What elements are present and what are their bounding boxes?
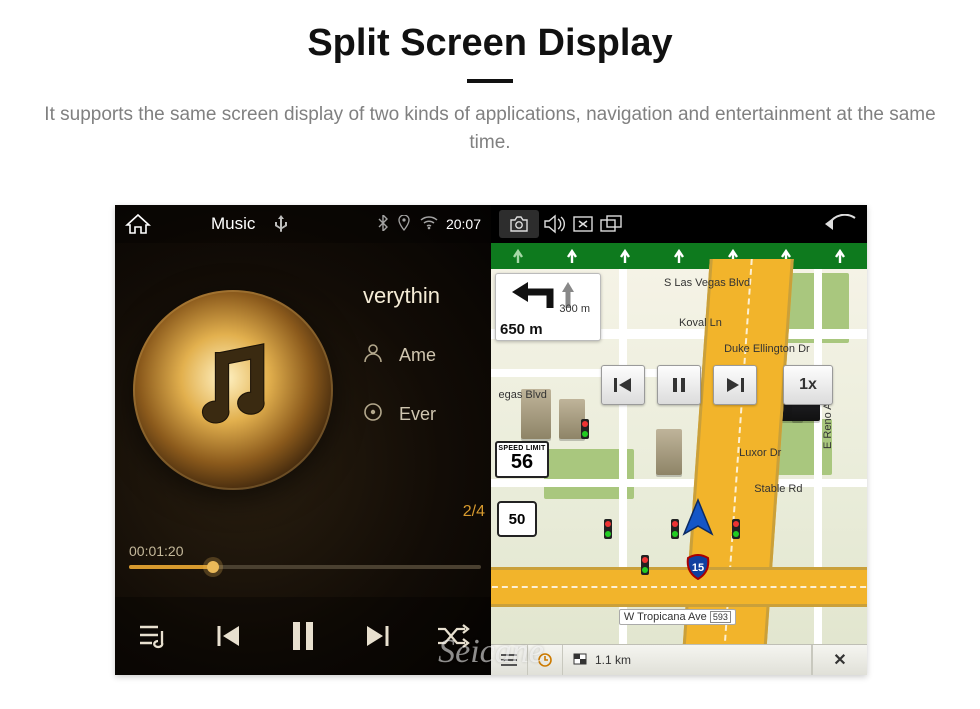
camera-button[interactable] bbox=[499, 210, 539, 238]
interstate-shield: 15 bbox=[686, 554, 710, 585]
sim-pause-button[interactable] bbox=[657, 365, 701, 405]
next-button[interactable] bbox=[350, 608, 406, 664]
sim-speed-button[interactable]: 1x bbox=[783, 365, 833, 405]
timeline[interactable]: 00:01:20 bbox=[129, 543, 481, 569]
nav-bottom-bar: 1.1 km ✕ bbox=[491, 644, 867, 675]
artist-icon bbox=[363, 343, 385, 368]
bluetooth-icon bbox=[378, 215, 388, 234]
lane-guidance bbox=[491, 243, 867, 269]
playlist-button[interactable] bbox=[125, 608, 181, 664]
track-title: verythin bbox=[363, 283, 440, 309]
speed-limit-sign: SPEED LIMIT 56 bbox=[495, 441, 549, 478]
title-rule bbox=[467, 79, 513, 83]
recent-apps-button[interactable] bbox=[599, 210, 625, 238]
sim-next-button[interactable] bbox=[713, 365, 757, 405]
sim-prev-button[interactable] bbox=[601, 365, 645, 405]
nav-eta bbox=[528, 645, 563, 675]
music-app-label: Music bbox=[211, 214, 255, 234]
lane-2 bbox=[545, 243, 599, 269]
music-controls bbox=[115, 597, 491, 675]
track-title-row: verythin bbox=[363, 283, 483, 309]
back-button[interactable] bbox=[821, 210, 859, 238]
usb-icon bbox=[275, 214, 287, 235]
nav-menu-button[interactable] bbox=[491, 645, 528, 675]
track-album: Ever bbox=[399, 404, 436, 425]
turn-total: 650 m bbox=[500, 321, 596, 338]
pause-button[interactable] bbox=[275, 608, 331, 664]
location-icon bbox=[398, 215, 410, 234]
album-icon bbox=[363, 402, 385, 427]
time-played: 00:01:20 bbox=[129, 543, 184, 559]
label-tropicana: W Tropicana Ave 593 bbox=[619, 609, 736, 625]
close-app-button[interactable] bbox=[571, 210, 595, 238]
prev-button[interactable] bbox=[200, 608, 256, 664]
label-luxor: Luxor Dr bbox=[739, 447, 781, 459]
page-subtitle: It supports the same screen display of t… bbox=[40, 101, 940, 156]
svg-text:15: 15 bbox=[692, 562, 704, 574]
label-stable: Stable Rd bbox=[754, 483, 802, 495]
lane-1 bbox=[491, 243, 545, 269]
track-meta: verythin Ame Ever bbox=[363, 283, 483, 461]
route-shield: 50 bbox=[497, 501, 537, 537]
map-canvas[interactable]: 15 S Las Vegas Blvd Koval Ln Duke Elling… bbox=[491, 269, 867, 645]
progress-bar[interactable] bbox=[129, 565, 481, 569]
track-counter: 2/4 bbox=[463, 503, 485, 521]
label-koval: Koval Ln bbox=[679, 317, 722, 329]
nav-pane: 15 S Las Vegas Blvd Koval Ln Duke Elling… bbox=[491, 205, 867, 675]
nav-close-button[interactable]: ✕ bbox=[812, 645, 867, 675]
lane-7 bbox=[813, 243, 867, 269]
home-icon[interactable] bbox=[125, 213, 151, 235]
track-artist: Ame bbox=[399, 345, 436, 366]
music-status-bar: Music 20:07 bbox=[115, 205, 491, 243]
nav-status-bar bbox=[491, 205, 867, 243]
split-screen-device: Music 20:07 verythin bbox=[115, 205, 867, 675]
status-clock: 20:07 bbox=[446, 216, 481, 232]
wifi-icon bbox=[420, 216, 438, 233]
label-duke: Duke Ellington Dr bbox=[724, 343, 810, 355]
lane-4 bbox=[652, 243, 706, 269]
vehicle-position-icon bbox=[676, 496, 720, 545]
volume-button[interactable] bbox=[543, 210, 567, 238]
lane-3 bbox=[598, 243, 652, 269]
label-vegas-blvd-w: egas Blvd bbox=[499, 389, 547, 401]
page-title: Split Screen Display bbox=[0, 0, 980, 65]
music-pane: Music 20:07 verythin bbox=[115, 205, 491, 675]
track-album-row: Ever bbox=[363, 402, 483, 427]
track-artist-row: Ame bbox=[363, 343, 483, 368]
label-s-las-vegas: S Las Vegas Blvd bbox=[664, 277, 750, 289]
music-note-icon bbox=[178, 333, 288, 443]
album-art bbox=[133, 290, 333, 490]
shuffle-button[interactable] bbox=[425, 608, 481, 664]
nav-distance: 1.1 km bbox=[563, 645, 812, 675]
turn-instruction: 300 m 650 m bbox=[495, 273, 601, 341]
